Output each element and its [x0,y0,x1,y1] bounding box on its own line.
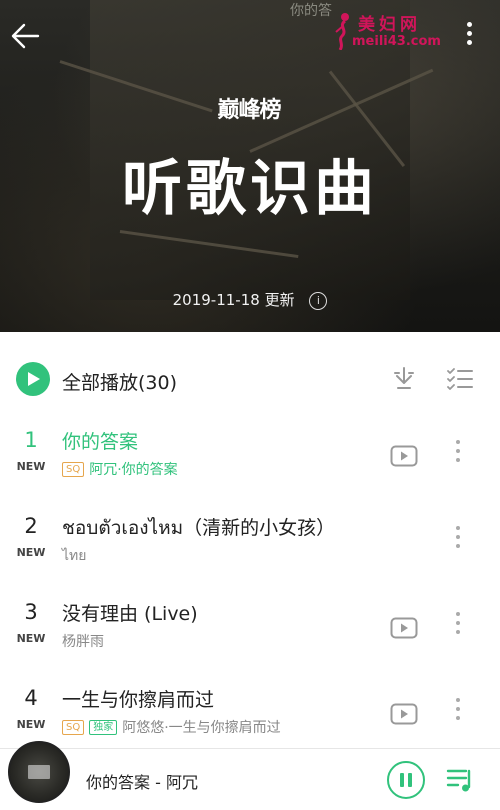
song-title: 一生与你擦肩而过 [62,689,215,711]
vertical-dots-icon [456,698,460,702]
video-play-icon [390,445,418,467]
song-title: 没有理由 (Live) [62,603,198,625]
now-playing-cover[interactable] [8,741,70,803]
new-tag: NEW [16,718,46,731]
mv-button[interactable] [390,445,418,467]
cover-art [28,765,50,779]
vertical-dots-icon [456,458,460,462]
exclusive-badge: 独家 [89,720,118,735]
play-icon [28,372,40,386]
sq-badge: SQ [62,720,85,735]
update-label: 更新 [264,291,295,309]
header-banner: 你的答 美妇网 meili43.com 巅峰榜 听歌识曲 2019-11-18 … [0,0,500,332]
song-artist-album: 阿悠悠·一生与你擦肩而过 [122,720,281,736]
info-icon[interactable]: i [309,292,328,310]
song-row[interactable]: 2 NEW ชอบตัวเองไหม（清新的小女孩） ไทย [0,504,500,590]
back-button[interactable] [10,20,42,52]
vertical-dots-icon [456,535,460,539]
song-rank: 1 [24,428,38,452]
checklist-icon [447,368,473,390]
song-subtitle: 杨胖雨 [62,631,104,651]
new-tag: NEW [16,632,46,645]
video-play-icon [390,617,418,639]
play-all-row[interactable]: 全部播放(30) [0,332,500,396]
pause-icon [408,773,412,787]
play-all-count: (30) [138,372,178,394]
song-list-panel: 全部播放(30) 1 NEW 你的答案 SQ 阿冗·你的答案 2 NEW ชอบ… [0,332,500,748]
song-more-button[interactable] [452,698,464,728]
pause-icon [400,773,404,787]
watermark-url: meili43.com [352,34,441,49]
new-tag: NEW [16,546,46,559]
song-subtitle: ไทย [62,545,86,567]
mini-player[interactable]: 你的答案 - 阿冗 [0,741,500,810]
vertical-dots-icon [456,716,460,720]
song-rank: 3 [24,600,38,624]
vertical-dots-icon [466,40,472,45]
play-all-label[interactable]: 全部播放(30) [62,368,177,395]
play-all-text: 全部播放 [62,372,139,394]
arrow-left-icon [11,23,40,49]
vertical-dots-icon [456,526,460,530]
chart-logo: 巅峰榜 [217,97,281,123]
song-more-button[interactable] [452,612,464,642]
download-button[interactable] [392,366,416,392]
play-all-button[interactable] [16,362,50,396]
watermark-logo: 美妇网 meili43.com [330,8,448,52]
watermark-title: 美妇网 [358,15,421,35]
more-options-button[interactable] [462,22,476,52]
vertical-dots-icon [456,612,460,616]
download-icon [394,367,414,389]
vertical-dots-icon [466,22,472,27]
song-title: ชอบตัวเองไหม（清新的小女孩） [62,517,336,539]
page-title: 听歌识曲 [122,154,378,224]
pause-button[interactable] [387,761,425,799]
song-subtitle: SQ 阿冗·你的答案 [62,459,178,479]
multi-select-button[interactable] [446,366,474,392]
song-row[interactable]: 1 NEW 你的答案 SQ 阿冗·你的答案 [0,418,500,504]
vertical-dots-icon [456,621,460,625]
mv-button[interactable] [390,617,418,639]
watermark-figure-icon [335,13,349,50]
vertical-dots-icon [456,630,460,634]
now-playing-title[interactable]: 你的答案 - 阿冗 [86,769,198,793]
vertical-dots-icon [456,707,460,711]
mv-button[interactable] [390,703,418,725]
vertical-dots-icon [456,544,460,548]
song-artist-album: ไทย [62,548,87,564]
playlist-icon [446,769,471,792]
vertical-dots-icon [456,440,460,444]
cover-text-top: 你的答 [290,3,332,19]
song-rank: 4 [24,686,38,710]
song-subtitle: SQ 独家 阿悠悠·一生与你擦肩而过 [62,717,281,737]
vertical-dots-icon [456,449,460,453]
song-artist-album: 阿冗·你的答案 [89,462,178,478]
song-artist-album: 杨胖雨 [62,634,104,650]
sq-badge: SQ [62,462,85,477]
vertical-dots-icon [466,31,472,36]
new-tag: NEW [16,460,46,473]
song-rank: 2 [24,514,38,538]
song-row[interactable]: 3 NEW 没有理由 (Live) 杨胖雨 [0,590,500,676]
song-more-button[interactable] [452,526,464,556]
update-info: 2019-11-18 更新 i [0,289,500,310]
playlist-button[interactable] [446,765,476,795]
song-more-button[interactable] [452,440,464,470]
video-play-icon [390,703,418,725]
update-date: 2019-11-18 [172,291,260,309]
song-title: 你的答案 [62,431,139,453]
